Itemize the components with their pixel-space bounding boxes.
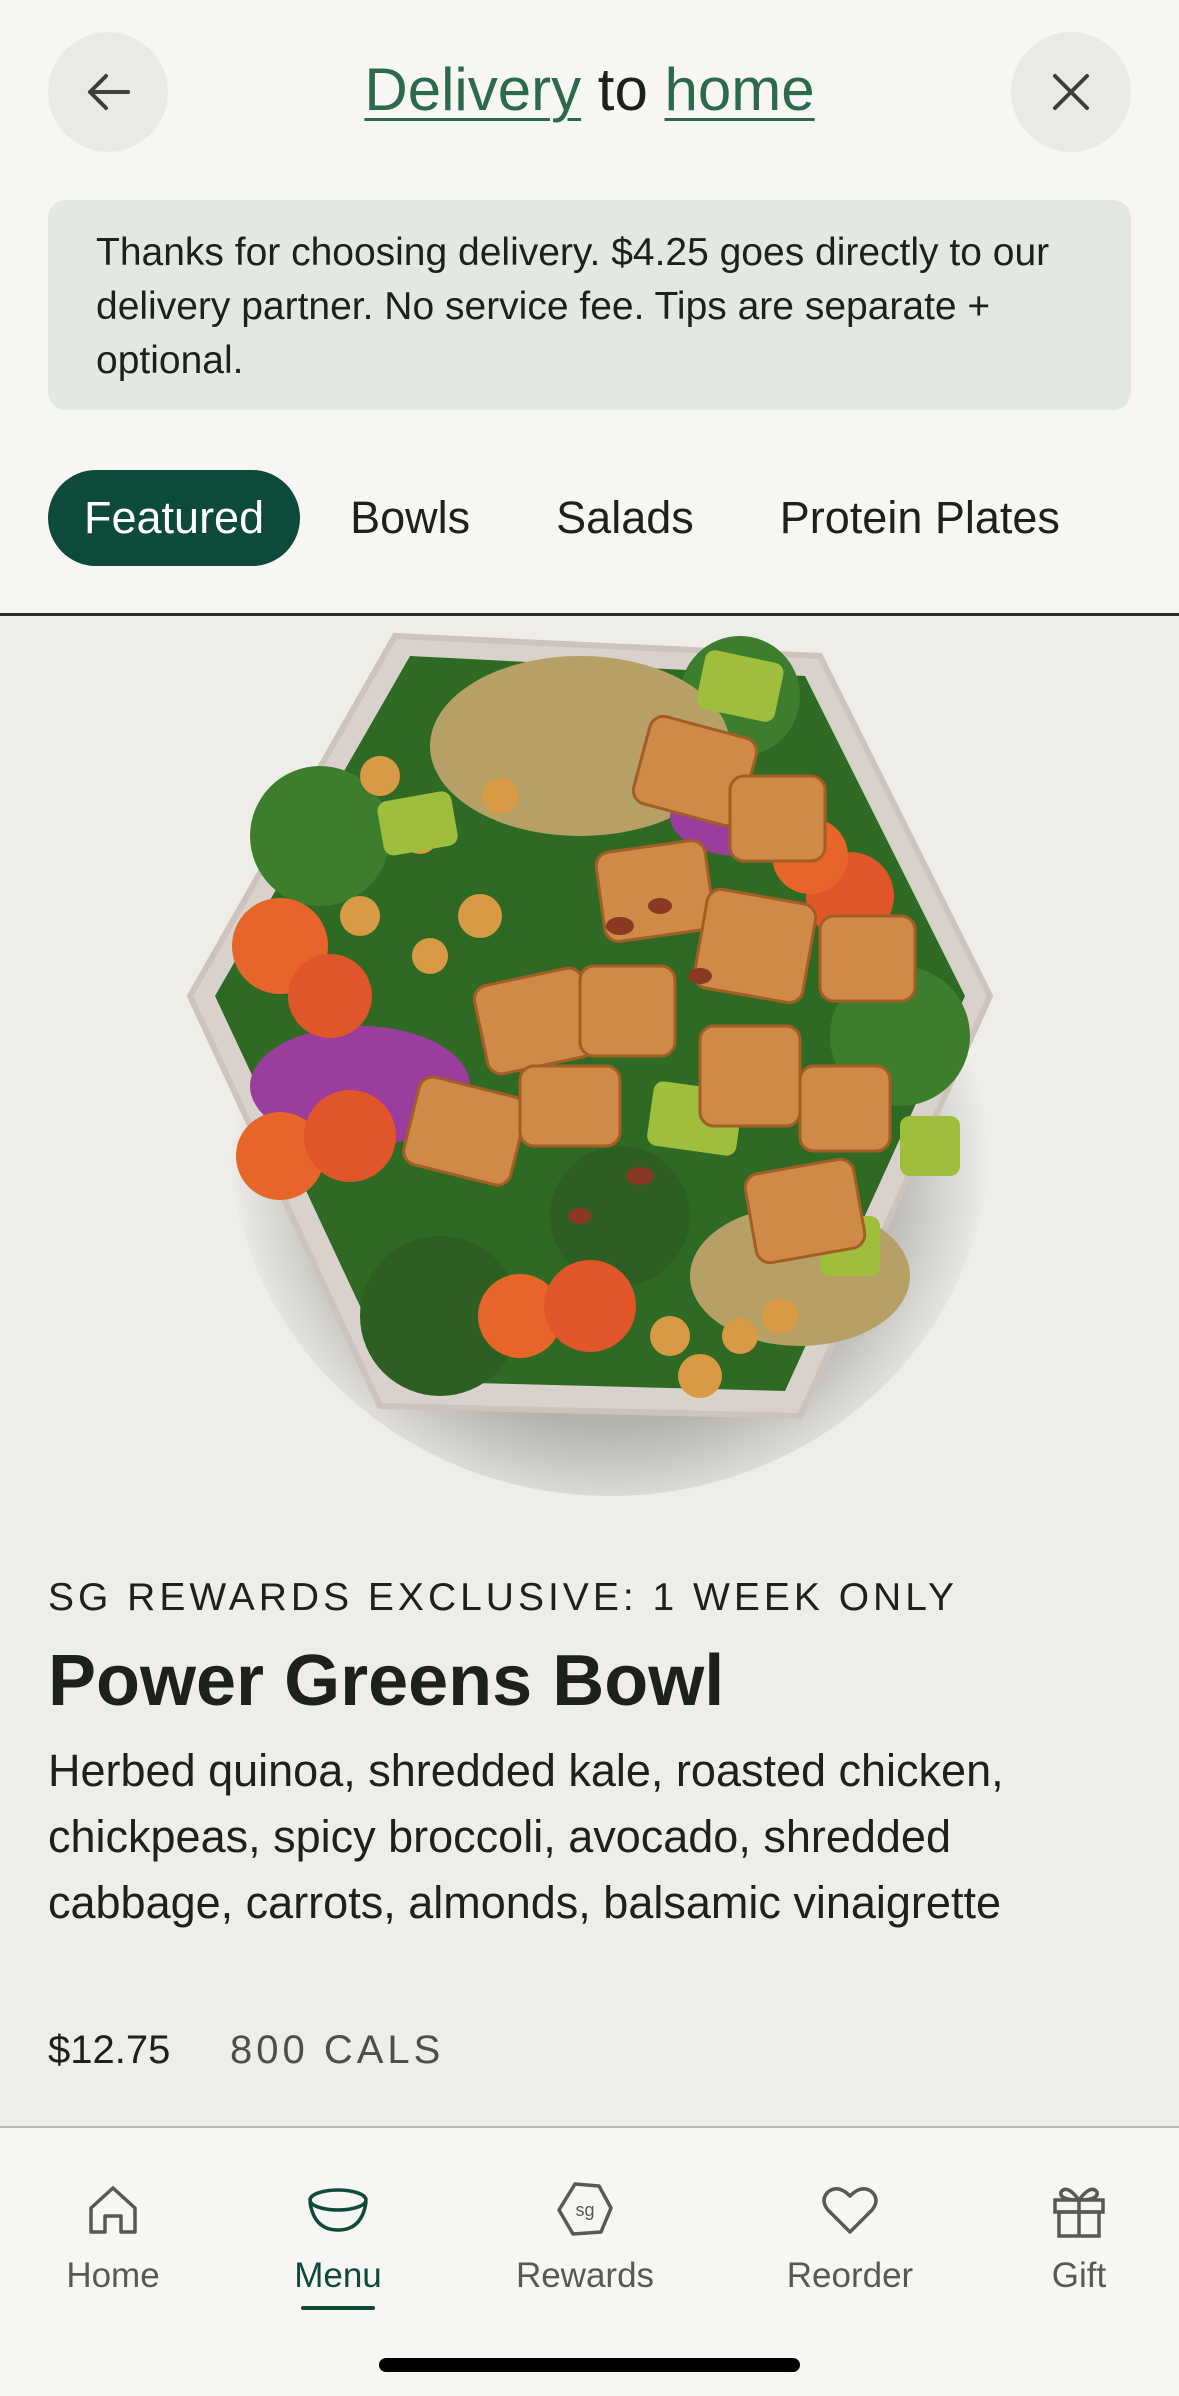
nav-home-label: Home [66, 2256, 160, 2295]
home-icon [89, 2186, 137, 2234]
nav-home[interactable]: Home [13, 2178, 213, 2296]
product-card[interactable]: SG REWARDS EXCLUSIVE: 1 WEEK ONLY Power … [0, 616, 1179, 2126]
tab-featured[interactable]: Featured [48, 470, 301, 566]
header: Delivery to home [0, 0, 1179, 185]
nav-menu-label: Menu [294, 2256, 382, 2295]
nav-active-indicator [301, 2306, 375, 2310]
product-name: Power Greens Bowl [48, 1641, 725, 1721]
home-indicator[interactable] [379, 2358, 800, 2372]
power-greens-bowl-image [186, 632, 994, 1496]
nav-rewards[interactable]: sg Rewards [485, 2178, 685, 2296]
nav-menu[interactable]: Menu [238, 2178, 438, 2310]
delivery-address-link[interactable]: home [665, 56, 815, 123]
tab-bowls[interactable]: Bowls [314, 470, 506, 566]
tab-protein-plates[interactable]: Protein Plates [744, 470, 1096, 566]
bottom-nav: Home Menu sg Rewards Reorder Gift [0, 2128, 1179, 2396]
product-description: Herbed quinoa, shredded kale, roasted ch… [48, 1745, 1004, 1928]
nav-reorder[interactable]: Reorder [750, 2178, 950, 2296]
sg-badge-icon: sg [557, 2182, 613, 2236]
title-connector: to [581, 56, 665, 123]
nav-rewards-label: Rewards [515, 2256, 655, 2295]
product-eyebrow: SG REWARDS EXCLUSIVE: 1 WEEK ONLY [48, 1576, 959, 1619]
heart-icon [822, 2187, 878, 2234]
bowl-icon [308, 2188, 368, 2232]
close-button[interactable] [1011, 32, 1131, 152]
nav-gift[interactable]: Gift [979, 2178, 1179, 2296]
delivery-mode-link[interactable]: Delivery [364, 56, 581, 123]
product-price: $12.75 [48, 2028, 171, 2072]
page-title: Delivery to home [0, 55, 1179, 124]
close-icon [1053, 74, 1089, 110]
category-tabs: Featured Bowls Salads Protein Plates [48, 470, 1110, 566]
delivery-notice-text: Thanks for choosing delivery. $4.25 goes… [96, 231, 1050, 382]
nav-gift-label: Gift [1051, 2256, 1107, 2295]
gift-icon [1053, 2187, 1105, 2238]
svg-text:sg: sg [575, 2200, 594, 2220]
tab-salads[interactable]: Salads [520, 470, 730, 566]
delivery-notice: Thanks for choosing delivery. $4.25 goes… [48, 200, 1131, 410]
product-calories: 800 CALS [230, 2028, 445, 2072]
nav-reorder-label: Reorder [786, 2256, 914, 2295]
